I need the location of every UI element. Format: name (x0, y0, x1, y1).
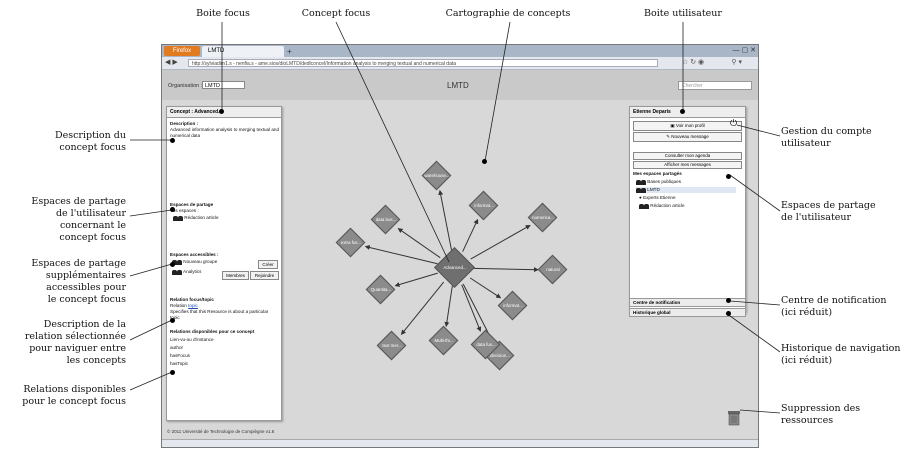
concept-node-label: Multi-thi... (434, 338, 454, 343)
label-historique: Historique de navigation (ici réduit) (781, 343, 901, 366)
label-cartographie: Cartographie de concepts (445, 8, 571, 19)
annotation-dot (170, 138, 175, 143)
label-boite-utilisateur: Boite utilisateur (644, 8, 722, 19)
annotation-dot (170, 370, 175, 375)
relation-arrow (364, 245, 438, 265)
relation-arrow (461, 284, 482, 332)
label-description-focus: Description du concept focus (54, 130, 126, 153)
annotation-dot (170, 318, 175, 323)
label-relations-disponibles: Relations disponibles pour le concept foc… (22, 384, 126, 407)
label-espaces-user: Espaces de partage de l'utilisateur (781, 200, 876, 223)
annotation-dot (726, 174, 731, 179)
relation-arrow (400, 281, 445, 335)
annotation-dot (726, 311, 731, 316)
relation-arrow (397, 228, 441, 259)
relation-arrow (438, 189, 453, 251)
concept-node-label: data bus... (375, 217, 397, 222)
concept-node-label: informat... (474, 203, 494, 208)
relation-arrow (444, 285, 453, 327)
concept-node-label: extra fus... (340, 240, 362, 245)
concept-node-label: Quantita... (370, 287, 392, 292)
label-espaces-supplementaires: Espaces de partage supplémentaires access… (31, 258, 126, 305)
label-suppression: Suppression des ressources (781, 403, 861, 426)
relation-arrow (462, 218, 479, 252)
relation-arrow (469, 277, 502, 299)
label-description-relation: Description de la relation sélectionnée p… (24, 319, 126, 366)
relation-arrow (470, 224, 531, 260)
label-espaces-user-focus: Espaces de partage de l'utilisateur conce… (31, 196, 126, 243)
concept-node-label: data fus... (476, 342, 496, 347)
concept-graph (364, 189, 539, 344)
label-gestion-compte: Gestion du compte utilisateur (781, 126, 872, 149)
label-centre-notification: Centre de notification (ici réduit) (781, 295, 887, 318)
concept-node-label: informat... (503, 303, 523, 308)
annotation-dot (726, 298, 731, 303)
concept-node-label: natural (546, 267, 560, 272)
annotation-dot (482, 159, 487, 164)
annotation-dot (680, 109, 685, 114)
concept-node-label: text mer... (382, 343, 402, 348)
label-boite-focus: Boite focus (196, 8, 250, 19)
relation-arrow (472, 267, 539, 273)
annotation-dot (170, 262, 175, 267)
concept-node-label: numerica... (532, 215, 554, 220)
annotation-dot (219, 109, 224, 114)
relation-arrow (394, 272, 438, 287)
focus-concept-label: Advanced... (443, 265, 467, 270)
label-concept-focus: Concept focus (301, 8, 371, 19)
annotation-dot (170, 207, 175, 212)
concept-node-label: warehouse... (424, 173, 450, 178)
